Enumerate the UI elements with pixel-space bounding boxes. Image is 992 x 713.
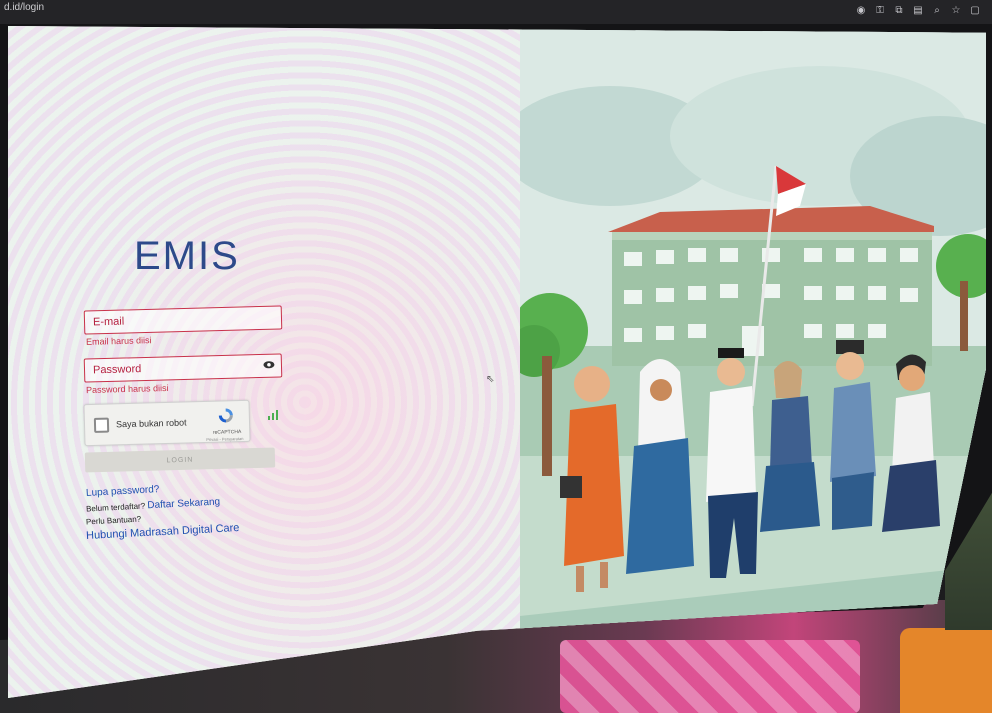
register-prompt: Belum terdaftar? <box>85 501 146 514</box>
url-text[interactable]: d.id/login <box>4 2 44 13</box>
school-illustration <box>520 26 986 698</box>
browser-tool-icons: ◉ ⚿ ⧉ ▤ ⌕ ☆ ▢ <box>856 5 980 16</box>
browser-toolbar: d.id/login ◉ ⚿ ⧉ ▤ ⌕ ☆ ▢ <box>0 0 992 24</box>
eye-icon[interactable] <box>263 360 275 370</box>
emis-logo: EMIS <box>134 234 244 278</box>
password-input[interactable]: Password <box>83 353 283 383</box>
password-placeholder: Password <box>92 363 142 377</box>
key-icon[interactable]: ⚿ <box>875 5 885 16</box>
email-placeholder: E-mail <box>92 315 125 329</box>
recaptcha-checkbox[interactable] <box>93 417 110 433</box>
pink-package <box>560 640 860 713</box>
recaptcha-terms[interactable]: Privasi - Persyaratan <box>206 436 243 442</box>
register-link[interactable]: Daftar Sekarang <box>147 496 220 511</box>
email-error: Email harus diisi <box>85 335 152 347</box>
translate-icon[interactable]: ⧉ <box>894 5 904 16</box>
orange-basket <box>900 628 992 713</box>
recaptcha-icon <box>218 408 233 423</box>
recaptcha-widget: Saya bukan robot reCAPTCHA Privasi - Per… <box>83 399 251 447</box>
recaptcha-brand: reCAPTCHA <box>212 429 242 436</box>
reader-icon[interactable]: ▤ <box>913 5 923 16</box>
email-input[interactable]: E-mail <box>83 305 283 335</box>
menu-icon[interactable]: ▢ <box>970 5 980 16</box>
star-icon[interactable]: ☆ <box>951 5 961 16</box>
help-prompt: Perlu Bantuan? <box>85 514 142 527</box>
login-panel: EMIS E-mail Email harus diisi Password P… <box>8 26 520 698</box>
register-row: Belum terdaftar? Daftar Sekarang <box>86 496 221 514</box>
recaptcha-label: Saya bukan robot <box>115 417 187 430</box>
forgot-password-link[interactable]: Lupa password? <box>86 484 160 499</box>
illustration-panel <box>520 26 986 698</box>
login-button[interactable]: LOGIN <box>84 447 276 473</box>
mouse-cursor-icon: ⇖ <box>486 374 495 385</box>
monitor-screen: EMIS E-mail Email harus diisi Password P… <box>8 26 986 698</box>
logo-text: EMIS <box>134 234 240 278</box>
signal-icon <box>268 410 278 420</box>
zoom-icon[interactable]: ⌕ <box>932 5 942 16</box>
location-icon[interactable]: ◉ <box>856 5 866 16</box>
password-error: Password harus diisi <box>85 382 169 396</box>
